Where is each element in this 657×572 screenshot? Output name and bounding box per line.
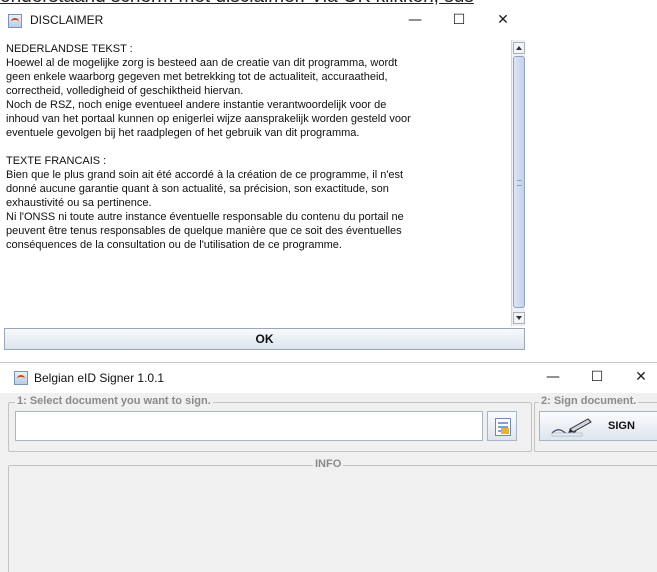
disclaimer-window: DISCLAIMER — ☐ ✕ NEDERLANDSE TEKST : Hoew… xyxy=(0,6,530,352)
document-browse-icon xyxy=(495,418,511,436)
select-document-group: 1: Select document you want to sign. xyxy=(8,395,532,452)
close-button[interactable]: ✕ xyxy=(486,9,520,31)
sign-button[interactable]: SIGN xyxy=(539,411,657,441)
disclaimer-line: donné aucune garantie quant à son actual… xyxy=(6,183,389,195)
maximize-button[interactable]: ☐ xyxy=(442,9,476,31)
scrollbar-thumb[interactable] xyxy=(513,56,525,308)
minimize-button[interactable]: — xyxy=(536,366,570,388)
disclaimer-title: DISCLAIMER xyxy=(30,13,104,27)
java-cup-icon xyxy=(8,14,22,28)
disclaimer-line: eventuele gevolgen bij het raadplegen of… xyxy=(6,127,360,139)
disclaimer-line: TEXTE FRANCAIS : xyxy=(6,155,107,167)
disclaimer-line: Bien que le plus grand soin ait été acco… xyxy=(6,169,404,181)
ok-button[interactable]: OK xyxy=(4,328,525,350)
scroll-down-icon[interactable] xyxy=(513,312,525,324)
signer-title: Belgian eID Signer 1.0.1 xyxy=(34,371,165,385)
vertical-scrollbar[interactable] xyxy=(511,40,525,326)
minimize-button[interactable]: — xyxy=(398,9,432,31)
select-document-label: 1: Select document you want to sign. xyxy=(15,395,213,407)
sign-document-label: 2: Sign document. xyxy=(539,395,639,407)
disclaimer-line xyxy=(6,140,508,154)
disclaimer-line: Ni l'ONSS ni toute autre instance éventu… xyxy=(6,211,404,223)
disclaimer-line: peuvent être tenus responsables de quelq… xyxy=(6,225,402,237)
pen-signature-icon xyxy=(551,418,592,437)
signer-window: Belgian eID Signer 1.0.1 — ☐ ✕ 1: Select… xyxy=(0,362,657,572)
disclaimer-line: conséquences de la consultation ou de l'… xyxy=(6,239,342,251)
sign-label: SIGN xyxy=(608,420,635,432)
disclaimer-line: NEDERLANDSE TEKST : xyxy=(6,43,133,55)
browse-button[interactable] xyxy=(487,411,517,441)
disclaimer-line: geen enkele waarborg gegeven met betrekk… xyxy=(6,71,388,83)
scroll-up-icon[interactable] xyxy=(513,42,525,54)
disclaimer-text-area[interactable]: NEDERLANDSE TEKST : Hoewel al de mogelijk… xyxy=(4,40,510,326)
disclaimer-line: correctheid, volledigheid of geschikthei… xyxy=(6,85,244,97)
disclaimer-line: Noch de RSZ, noch enige eventueel andere… xyxy=(6,99,387,111)
disclaimer-titlebar[interactable]: DISCLAIMER — ☐ ✕ xyxy=(0,6,530,36)
signer-titlebar[interactable]: Belgian eID Signer 1.0.1 — ☐ ✕ xyxy=(0,363,657,393)
disclaimer-line: Hoewel al de mogelijke zorg is besteed a… xyxy=(6,57,398,69)
sign-document-group: 2: Sign document. SIGN xyxy=(534,395,657,452)
java-cup-icon xyxy=(14,371,28,385)
info-group: INFO xyxy=(8,458,657,572)
document-path-input[interactable] xyxy=(15,411,483,441)
maximize-button[interactable]: ☐ xyxy=(580,366,614,388)
close-button[interactable]: ✕ xyxy=(624,366,657,388)
info-label: INFO xyxy=(313,458,344,470)
disclaimer-line: exhaustivité ou sa pertinence. xyxy=(6,197,152,209)
disclaimer-line: inhoud van het portaal kunnen op enigerl… xyxy=(6,113,411,125)
